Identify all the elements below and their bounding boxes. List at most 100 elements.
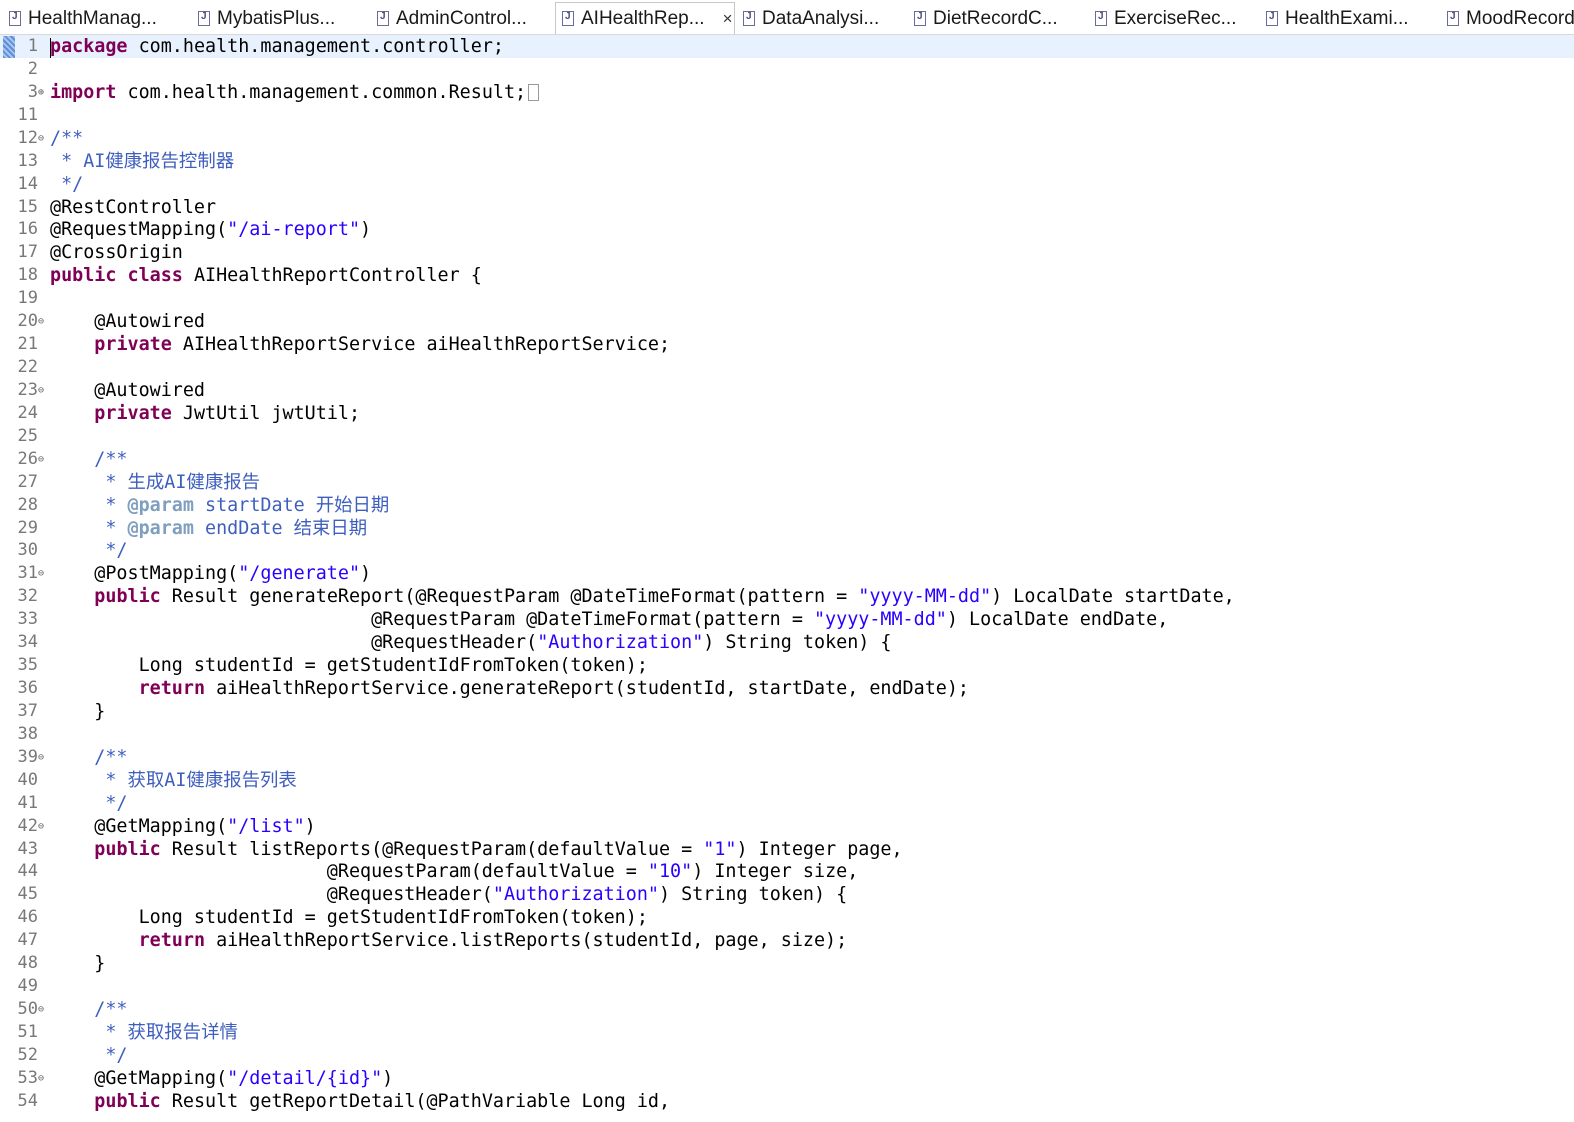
code-token: "/generate" <box>238 563 361 585</box>
code-text: Long studentId = getStudentIdFromToken(t… <box>50 906 648 929</box>
code-line[interactable]: 31 ⊖ @PostMapping("/generate") <box>0 562 1574 585</box>
editor-tab-6[interactable]: DietRecordC... <box>908 3 1085 34</box>
code-line[interactable]: 37 } <box>0 700 1574 723</box>
code-token: */ <box>50 540 128 562</box>
code-text: @RequestHeader("Authorization") String t… <box>50 631 891 654</box>
code-text: /** <box>50 746 127 769</box>
code-line[interactable]: 18 public class AIHealthReportController … <box>0 264 1574 287</box>
code-token: Long studentId = getStudentIdFromToken(t… <box>50 907 648 929</box>
code-line[interactable]: 48 } <box>0 952 1574 975</box>
code-token: */ <box>50 792 128 814</box>
code-line[interactable]: 45 @RequestHeader("Authorization") Strin… <box>0 883 1574 906</box>
code-text: /** <box>50 448 127 471</box>
code-line[interactable]: 11 <box>0 104 1574 127</box>
editor-tab-5[interactable]: DataAnalysi... <box>737 3 905 34</box>
collapse-fold-icon[interactable]: ⊖ <box>38 746 44 769</box>
collapse-fold-icon[interactable]: ⊖ <box>38 562 44 585</box>
expand-fold-icon[interactable]: ⊕ <box>38 81 44 104</box>
code-text: @RequestParam(defaultValue = "10") Integ… <box>50 860 859 883</box>
code-text: */ <box>50 173 83 196</box>
code-line[interactable]: 35 Long studentId = getStudentIdFromToke… <box>0 654 1574 677</box>
line-number: 25 <box>17 425 38 446</box>
code-token: ) LocalDate startDate, <box>991 586 1235 608</box>
code-line[interactable]: 39 ⊖ /** <box>0 746 1574 769</box>
collapse-fold-icon[interactable]: ⊖ <box>38 310 44 333</box>
code-line[interactable]: 17 @CrossOrigin <box>0 241 1574 264</box>
code-line[interactable]: 26 ⊖ /** <box>0 448 1574 471</box>
code-line[interactable]: 50 ⊖ /** <box>0 998 1574 1021</box>
code-line[interactable]: 12 ⊖ /** <box>0 127 1574 150</box>
code-editor[interactable]: 1 package com.health.management.controlle… <box>0 35 1574 1122</box>
text-caret <box>50 38 51 58</box>
code-line[interactable]: 23 ⊖ @Autowired <box>0 379 1574 402</box>
code-line[interactable]: 41 */ <box>0 792 1574 815</box>
collapse-fold-icon[interactable]: ⊖ <box>38 998 44 1021</box>
code-line[interactable]: 22 <box>0 356 1574 379</box>
code-token: "Authorization" <box>492 884 659 906</box>
code-line[interactable]: 36 return aiHealthReportService.generate… <box>0 677 1574 700</box>
code-line[interactable]: 28 * @param startDate 开始日期 <box>0 494 1574 517</box>
code-line[interactable]: 43 public Result listReports(@RequestPar… <box>0 838 1574 861</box>
tab-label: HealthManag... <box>28 7 157 29</box>
editor-tab-3[interactable]: AdminControl... <box>371 3 551 34</box>
editor-tab-8[interactable]: HealthExami... <box>1260 3 1437 34</box>
code-line[interactable]: 27 * 生成AI健康报告 <box>0 471 1574 494</box>
code-line[interactable]: 32 public Result generateReport(@Request… <box>0 585 1574 608</box>
code-line[interactable]: 2 <box>0 58 1574 81</box>
code-line[interactable]: 21 private AIHealthReportService aiHealt… <box>0 333 1574 356</box>
code-line[interactable]: 54 public Result getReportDetail(@PathVa… <box>0 1090 1574 1113</box>
line-number: 2 <box>27 58 38 79</box>
line-number: 16 <box>17 219 38 240</box>
code-line[interactable]: 38 <box>0 723 1574 746</box>
code-token: startDate 开始日期 <box>193 494 390 516</box>
java-file-icon <box>198 11 210 26</box>
code-line[interactable]: 16 @RequestMapping("/ai-report") <box>0 218 1574 241</box>
code-line[interactable]: 25 <box>0 425 1574 448</box>
code-text: package com.health.management.controller… <box>50 35 504 58</box>
code-line[interactable]: 52 */ <box>0 1044 1574 1067</box>
code-token: "yyyy-MM-dd" <box>858 586 992 608</box>
code-line[interactable]: 19 <box>0 287 1574 310</box>
code-text: return aiHealthReportService.listReports… <box>50 929 848 952</box>
code-line[interactable]: 34 @RequestHeader("Authorization") Strin… <box>0 631 1574 654</box>
code-line[interactable]: 13 * AI健康报告控制器 <box>0 150 1574 173</box>
java-file-icon <box>1447 11 1459 26</box>
code-line[interactable]: 30 */ <box>0 539 1574 562</box>
code-text: @PostMapping("/generate") <box>50 562 371 585</box>
code-line[interactable]: 42 ⊖ @GetMapping("/list") <box>0 815 1574 838</box>
code-line[interactable]: 51 * 获取报告详情 <box>0 1021 1574 1044</box>
code-text: * 获取AI健康报告列表 <box>50 769 296 792</box>
collapsed-imports-box[interactable] <box>528 84 540 102</box>
collapse-fold-icon[interactable]: ⊖ <box>38 1067 44 1090</box>
editor-tab-1[interactable]: HealthManag... <box>3 3 188 34</box>
line-number: 29 <box>17 517 38 538</box>
code-line[interactable]: 24 private JwtUtil jwtUtil; <box>0 402 1574 425</box>
close-tab-icon[interactable]: × <box>723 9 733 29</box>
code-line[interactable]: 47 return aiHealthReportService.listRepo… <box>0 929 1574 952</box>
code-line[interactable]: 14 */ <box>0 173 1574 196</box>
editor-tab-4[interactable]: AIHealthRep... × <box>555 2 735 34</box>
collapse-fold-icon[interactable]: ⊖ <box>38 448 44 471</box>
code-line[interactable]: 3 ⊕ import com.health.management.common.Re… <box>0 81 1574 104</box>
code-line[interactable]: 29 * @param endDate 结束日期 <box>0 517 1574 540</box>
code-line[interactable]: 46 Long studentId = getStudentIdFromToke… <box>0 906 1574 929</box>
collapse-fold-icon[interactable]: ⊖ <box>38 127 44 150</box>
collapse-fold-icon[interactable]: ⊖ <box>38 379 44 402</box>
code-line[interactable]: 1 package com.health.management.controlle… <box>0 35 1574 58</box>
line-number: 33 <box>17 609 38 630</box>
collapse-fold-icon[interactable]: ⊖ <box>38 815 44 838</box>
code-line[interactable]: 33 @RequestParam @DateTimeFormat(pattern… <box>0 608 1574 631</box>
code-line[interactable]: 40 * 获取AI健康报告列表 <box>0 769 1574 792</box>
code-token: endDate 结束日期 <box>193 517 368 539</box>
code-line[interactable]: 15 @RestController <box>0 196 1574 219</box>
code-line[interactable]: 53 ⊖ @GetMapping("/detail/{id}") <box>0 1067 1574 1090</box>
editor-tab-2[interactable]: MybatisPlus... <box>192 3 367 34</box>
code-token: "1" <box>703 838 737 860</box>
editor-tab-9[interactable]: MoodRecord <box>1441 3 1574 34</box>
code-line[interactable]: 44 @RequestParam(defaultValue = "10") In… <box>0 860 1574 883</box>
code-token: ) String token) { <box>658 884 848 906</box>
code-line[interactable]: 20 ⊖ @Autowired <box>0 310 1574 333</box>
line-number: 3 <box>27 81 38 102</box>
editor-tab-7[interactable]: ExerciseRec... <box>1089 3 1256 34</box>
code-line[interactable]: 49 <box>0 975 1574 998</box>
